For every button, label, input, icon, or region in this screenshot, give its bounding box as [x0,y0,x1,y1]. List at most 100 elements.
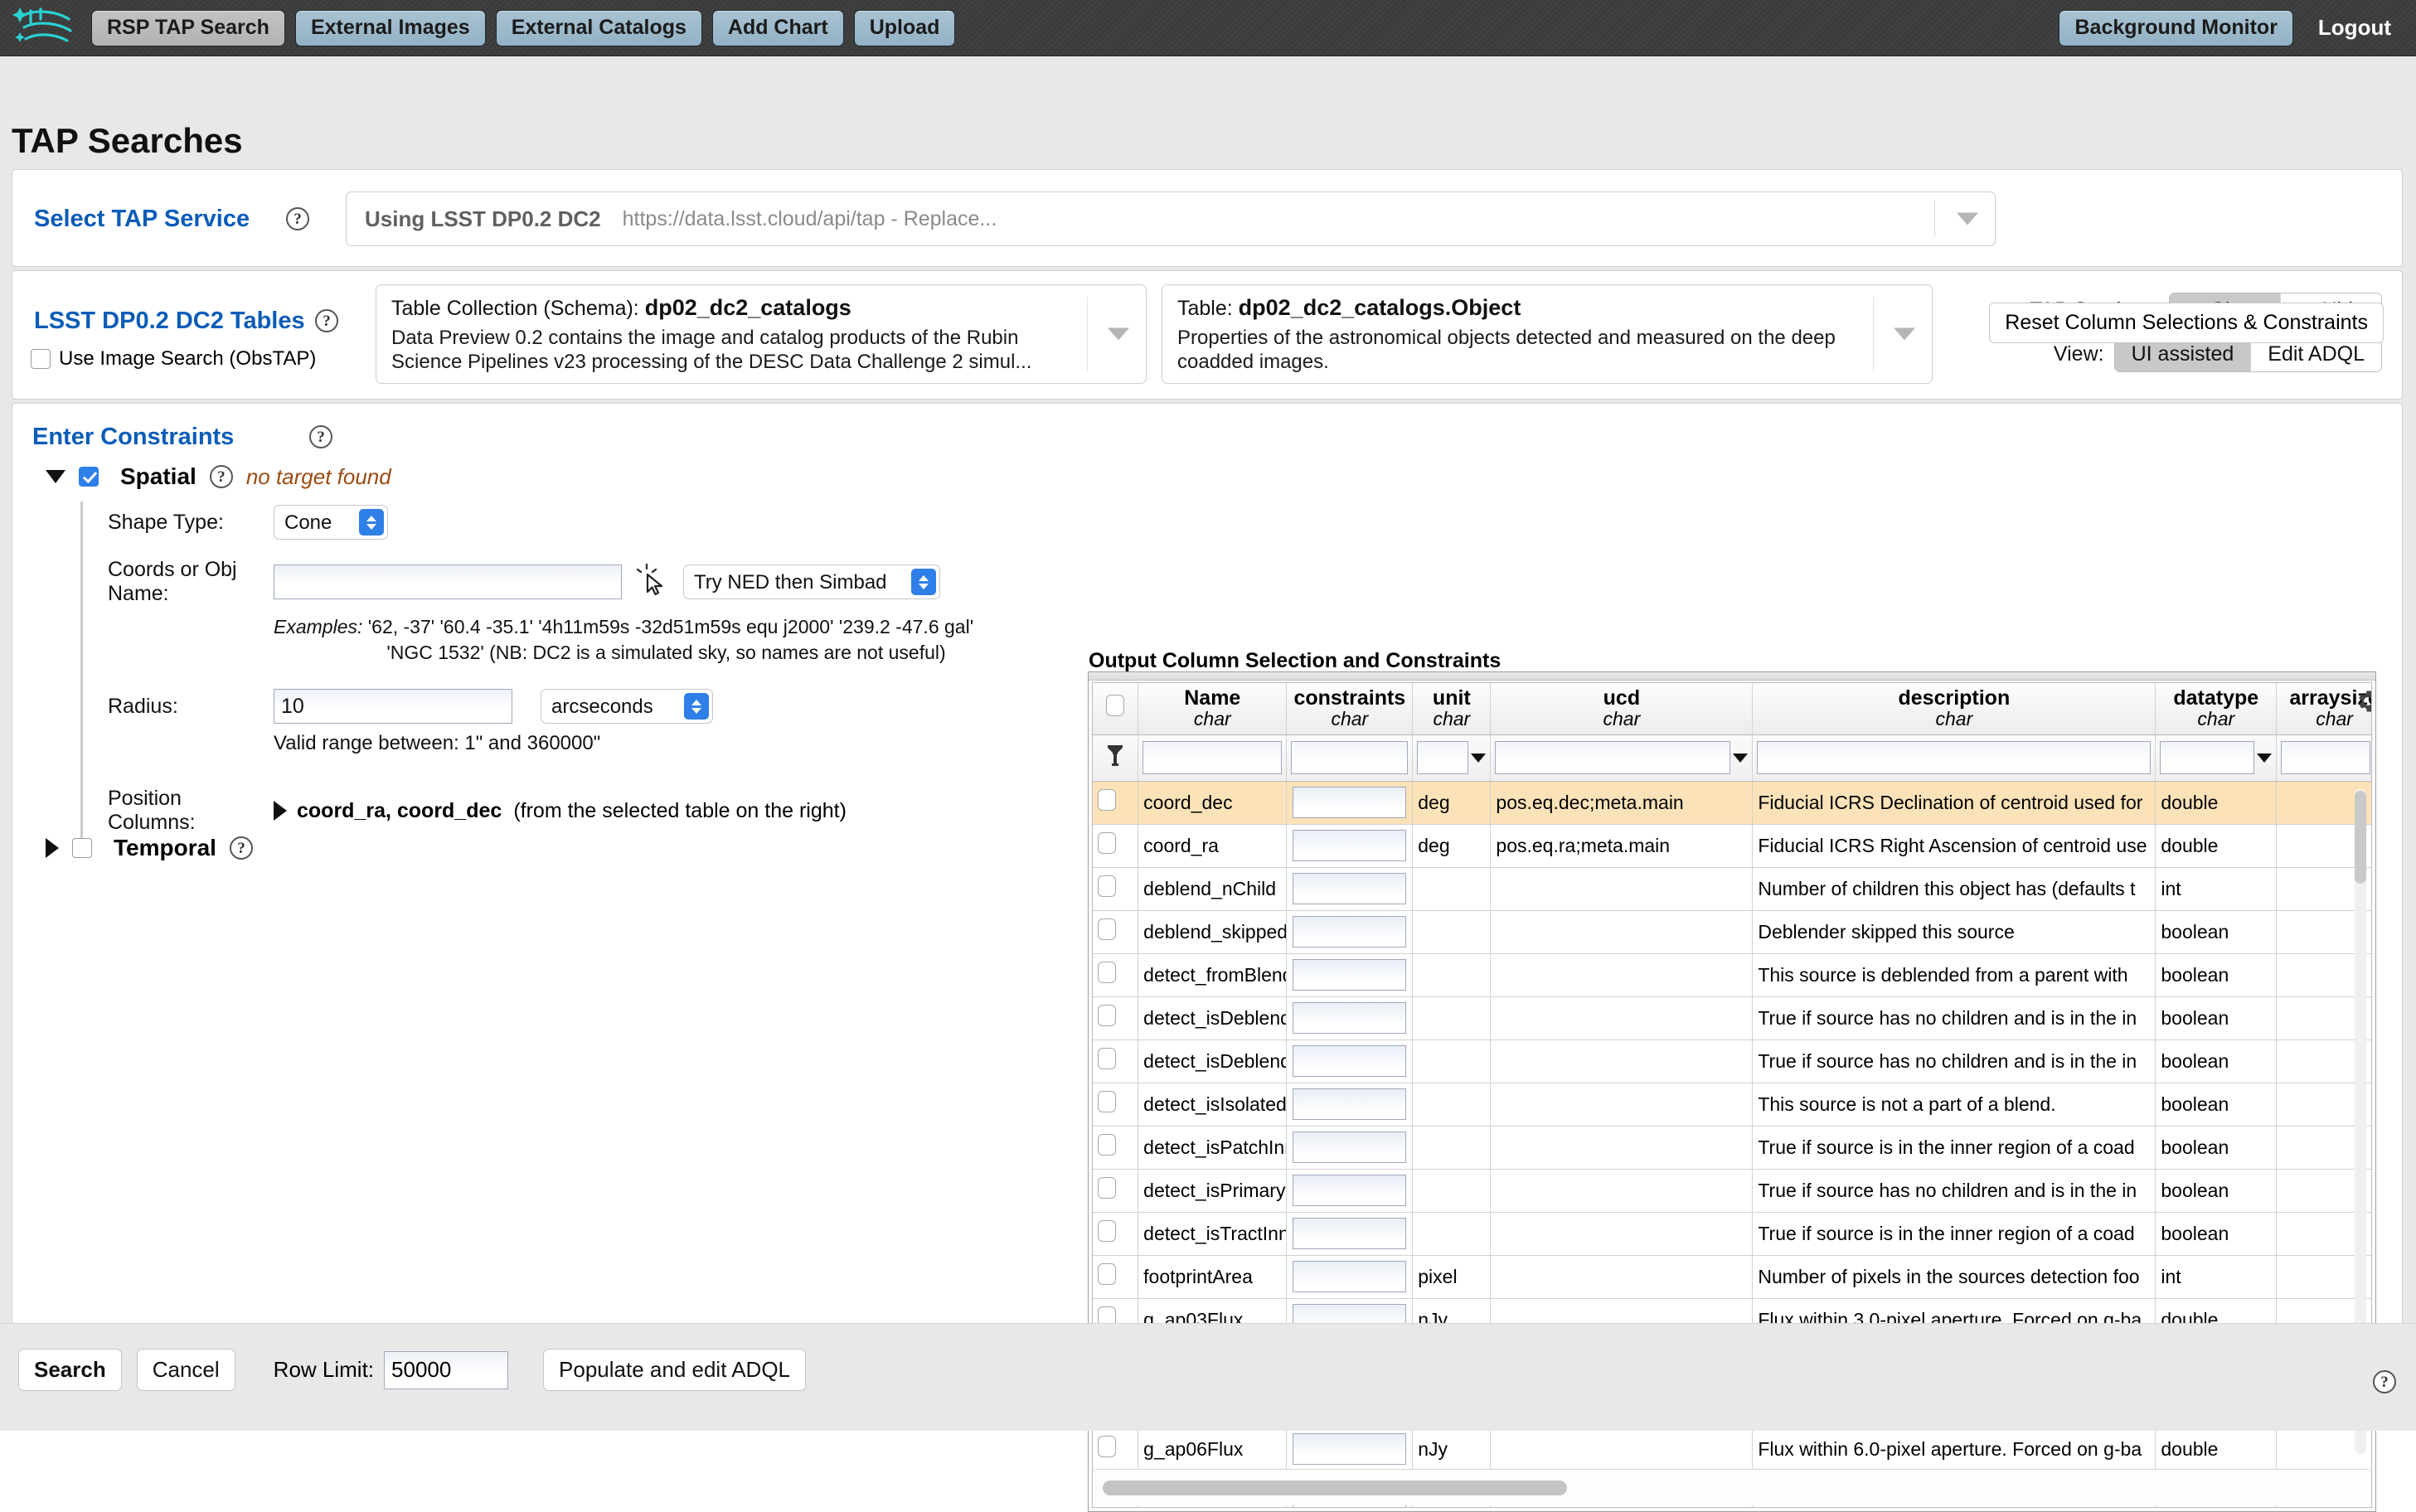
table-select[interactable]: Table: dp02_dc2_catalogs.Object Properti… [1162,284,1933,384]
row-select-cell[interactable] [1093,910,1139,954]
target-pointer-icon[interactable] [636,563,673,600]
row-select-cell[interactable] [1093,824,1139,868]
cell-constraint[interactable] [1286,1083,1414,1127]
cell-constraint[interactable] [1286,1126,1414,1170]
column-header-ucd[interactable]: ucd char [1490,683,1754,735]
constraint-input[interactable] [1293,1261,1407,1292]
filter-input-datatype[interactable] [2160,741,2255,774]
nav-button-external-images[interactable]: External Images [294,9,486,46]
use-image-search-obstap-row[interactable]: Use Image Search (ObsTAP) [31,347,316,371]
cell-constraint[interactable] [1286,1427,1414,1471]
coords-input[interactable] [274,565,622,599]
row-select-cell[interactable] [1093,953,1139,997]
shape-type-select-wrap[interactable]: ConeBoxPolygonAll Sky [274,505,388,540]
table-row[interactable]: detect_isDeblende True if source has no c… [1093,1040,2371,1083]
table-row[interactable]: detect_isIsolated This source is not a pa… [1093,1083,2371,1127]
filter-cell-arraysize[interactable] [2276,734,2371,782]
chevron-down-icon[interactable] [1471,753,1487,763]
nav-button-rsp-tap-search[interactable]: RSP TAP Search [91,9,285,46]
chevron-down-icon[interactable] [1957,212,1978,225]
row-limit-input[interactable] [384,1350,509,1389]
search-button[interactable]: Search [18,1349,122,1391]
help-circle-icon[interactable]: ? [2373,1370,2396,1393]
cell-constraint[interactable] [1286,953,1414,997]
row-checkbox[interactable] [1098,875,1116,897]
cell-constraint[interactable] [1286,996,1414,1040]
nav-button-add-chart[interactable]: Add Chart [711,9,844,46]
background-monitor-button[interactable]: Background Monitor [2059,9,2293,46]
constraint-input[interactable] [1293,1175,1407,1206]
row-select-cell[interactable] [1093,867,1139,911]
help-circle-icon[interactable]: ? [315,309,338,332]
row-checkbox[interactable] [1098,1005,1116,1026]
row-checkbox[interactable] [1098,1177,1116,1199]
horizontal-scrollbar[interactable] [1094,1469,2370,1505]
cell-constraint[interactable] [1286,1212,1414,1256]
filter-input-arraysize[interactable] [2281,741,2370,774]
column-header-constraints[interactable]: constraints char [1286,683,1414,735]
row-select-cell[interactable] [1093,996,1139,1040]
cell-constraint[interactable] [1286,1040,1414,1083]
select-all-checkbox[interactable] [1106,695,1125,717]
table-row[interactable]: footprintArea pixel Number of pixels in th… [1093,1255,2371,1299]
filter-input-ucd[interactable] [1495,741,1731,774]
help-circle-icon[interactable]: ? [209,465,233,488]
cell-constraint[interactable] [1286,1255,1414,1299]
nav-button-external-catalogs[interactable]: External Catalogs [495,9,702,46]
row-checkbox[interactable] [1098,1220,1116,1242]
table-row[interactable]: g_ap06Flux nJy Flux within 6.0-pixel apert… [1093,1427,2371,1471]
constraint-input[interactable] [1293,1433,1407,1465]
constraint-input[interactable] [1293,1088,1407,1120]
help-circle-icon[interactable]: ? [309,425,332,448]
column-header-unit[interactable]: unit char [1412,683,1492,735]
logout-link[interactable]: Logout [2318,15,2391,41]
constraint-input[interactable] [1293,1132,1407,1163]
row-select-cell[interactable] [1093,781,1139,825]
constraint-input[interactable] [1293,1002,1407,1034]
resolver-select-wrap[interactable]: Try NED then SimbadNEDSimbadTry Simbad t… [683,565,940,599]
table-row[interactable]: detect_fromBlend This source is deblended… [1093,953,2371,997]
row-select-cell[interactable] [1093,1040,1139,1083]
chevron-down-icon[interactable] [2257,753,2273,763]
chevron-down-icon[interactable] [1894,327,1915,341]
constraint-input[interactable] [1293,830,1407,861]
row-checkbox[interactable] [1098,1091,1116,1112]
row-select-cell[interactable] [1093,1255,1139,1299]
constraint-input[interactable] [1293,916,1407,947]
filter-cell-constraints[interactable] [1286,734,1414,782]
row-checkbox[interactable] [1098,832,1116,854]
temporal-checkbox[interactable] [72,838,92,858]
table-row[interactable]: detect_isDeblende True if source has no c… [1093,996,2371,1040]
filter-cell-description[interactable] [1752,734,2156,782]
row-checkbox[interactable] [1098,1134,1116,1156]
filter-cell-datatype[interactable] [2155,734,2278,782]
constraint-input[interactable] [1293,1218,1407,1249]
table-row[interactable]: detect_isTractInne True if source is in t… [1093,1212,2371,1256]
constraint-input[interactable] [1293,959,1407,991]
column-header-datatype[interactable]: datatype char [2155,683,2278,735]
row-select-cell[interactable] [1093,1427,1139,1471]
row-checkbox[interactable] [1098,1048,1116,1069]
row-checkbox[interactable] [1098,918,1116,940]
table-row[interactable]: detect_isPrimary True if source has no ch… [1093,1169,2371,1213]
table-row[interactable]: coord_dec deg pos.eq.dec;meta.main Fiducial… [1093,781,2371,825]
row-checkbox[interactable] [1098,789,1116,811]
resolver-select[interactable]: Try NED then SimbadNEDSimbadTry Simbad t… [683,565,940,599]
chevron-down-icon[interactable] [1733,753,1749,763]
spatial-checkbox[interactable] [79,467,99,487]
nav-button-upload[interactable]: Upload [853,9,956,46]
filter-input-unit[interactable] [1417,741,1469,774]
select-all-header[interactable] [1093,683,1139,735]
radius-input[interactable] [274,689,512,724]
temporal-expand-toggle[interactable] [46,838,59,858]
filter-input-name[interactable] [1143,741,1283,774]
row-select-cell[interactable] [1093,1169,1139,1213]
reset-columns-button[interactable]: Reset Column Selections & Constraints [1989,303,2384,343]
rubin-logo-icon[interactable] [0,0,91,56]
constraint-input[interactable] [1293,1045,1407,1077]
row-checkbox[interactable] [1098,1263,1116,1285]
filter-cell-ucd[interactable] [1490,734,1754,782]
radius-unit-select[interactable]: arcsecondsarcminutesdegrees [541,689,713,724]
row-select-cell[interactable] [1093,1126,1139,1170]
table-row[interactable]: deblend_skipped Deblender skipped this so… [1093,910,2371,954]
